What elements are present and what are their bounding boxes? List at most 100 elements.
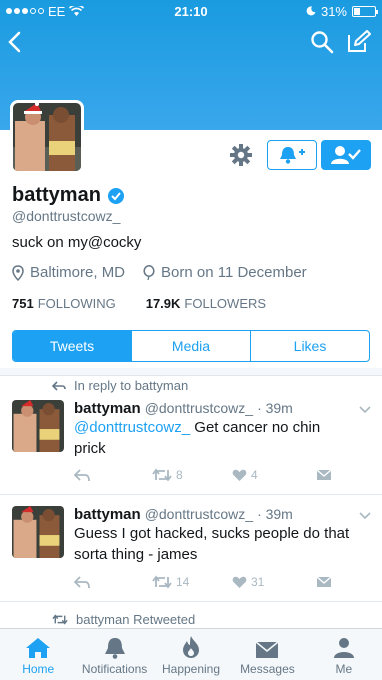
reply-icon [74,468,90,481]
profile-birthday: Born on 11 December [161,264,307,281]
tweet-actions: 14 31 [74,575,344,589]
tweet-avatar[interactable] [12,506,64,558]
chevron-down-icon[interactable] [358,509,372,523]
balloon-icon [143,264,155,280]
avatar-photo [12,506,64,558]
tweet-header: battyman @donttrustcowz_ · 39m [74,506,293,523]
search-icon [311,31,334,54]
retweet-icon [52,614,68,625]
bottom-tab-bar: Home Notifications Happening Messages Me [0,628,382,680]
tweet-divider [0,601,382,602]
profile-bio: suck on my@cocky [12,234,142,251]
section-divider [0,368,382,376]
tabbar-happening[interactable]: Happening [153,629,229,680]
retweet-count: 8 [176,468,183,482]
tabbar-notifications[interactable]: Notifications [76,629,152,680]
retweet-icon [152,468,172,482]
tweet-header: battyman @donttrustcowz_ · 39m [74,400,293,417]
tab-tweets[interactable]: Tweets [13,331,132,361]
followers-count: 17.9K [145,296,181,311]
tweet-text: Guess I got hacked, sucks people do that… [74,525,350,563]
signal-icon [6,8,44,14]
chevron-down-icon[interactable] [358,403,372,417]
tabbar-happening-label: Happening [161,662,221,676]
tweet-avatar[interactable] [12,400,64,452]
envelope-icon [316,576,332,587]
tabbar-me[interactable]: Me [306,629,382,680]
reply-button[interactable] [74,575,152,589]
profile-display-name: battyman [12,184,101,206]
reply-arrow-icon [52,380,66,391]
like-count: 31 [251,575,265,589]
tabbar-home-label: Home [22,662,55,676]
retweet-button[interactable]: 14 [152,575,232,589]
tweet-author-name[interactable]: battyman [74,506,141,523]
followers-label: FOLLOWERS [184,296,267,311]
person-icon [333,638,354,658]
moon-icon [306,6,316,16]
like-button[interactable]: 4 [232,468,316,482]
profile-handle: @donttrustcowz_ [12,208,121,224]
tabbar-home[interactable]: Home [0,629,76,680]
tweet-mention[interactable]: @donttrustcowz_ [74,419,190,436]
direct-message-button[interactable] [316,576,332,588]
compose-button[interactable] [346,30,372,59]
tabbar-notifications-label: Notifications [81,662,148,676]
tab-likes[interactable]: Likes [251,331,369,361]
reply-context[interactable]: In reply to battyman [52,378,188,393]
tweet-divider [0,494,382,495]
location-pin-icon [12,264,24,281]
heart-icon [232,576,247,588]
tab-media[interactable]: Media [132,331,251,361]
retweet-context[interactable]: battyman Retweeted [52,612,195,627]
tabbar-messages[interactable]: Messages [229,629,305,680]
envelope-icon [316,469,332,480]
envelope-icon [255,641,279,658]
like-button[interactable]: 31 [232,575,316,589]
settings-button[interactable] [228,142,254,168]
followers-count-link[interactable]: 17.9K FOLLOWERS [146,296,266,311]
status-bar: EE 21:10 31% [0,0,382,22]
chevron-left-icon [8,31,21,53]
reply-context-label: In reply to battyman [74,378,189,393]
tweet-time: · 39m [257,400,293,416]
profile-counts: 751 FOLLOWING 17.9K FOLLOWERS [12,296,266,311]
back-button[interactable] [6,30,24,59]
retweet-icon [152,575,172,589]
profile-location: Baltimore, MD [30,264,126,281]
notifications-toggle-button[interactable] [267,140,317,170]
following-count: 751 [12,296,34,311]
flame-icon [183,636,200,658]
tweet-actions: 8 4 [74,468,344,482]
profile-name-row: battyman [12,184,125,207]
tweet-time: · 39m [257,506,293,522]
direct-message-button[interactable] [316,469,332,481]
retweet-button[interactable]: 8 [152,468,232,482]
battery-percent: 31% [320,3,347,19]
search-button[interactable] [310,30,334,59]
verified-badge-icon [107,187,124,204]
retweet-context-label: battyman Retweeted [76,612,196,627]
wifi-icon [69,5,85,16]
reply-button[interactable] [74,468,152,482]
battery-icon [352,5,378,17]
profile-meta: Baltimore, MD Born on 11 December [12,264,307,281]
tabbar-me-label: Me [335,662,353,676]
following-count-link[interactable]: 751 FOLLOWING [12,296,116,311]
tweet-text: @donttrustcowz_ Get cancer no chin prick [74,417,354,459]
following-label: FOLLOWING [37,296,116,311]
home-icon [26,638,51,658]
gear-icon [230,144,252,166]
retweet-count: 14 [176,575,190,589]
heart-icon [232,469,247,481]
tabbar-messages-label: Messages [240,662,295,676]
user-check-icon [331,146,361,164]
following-button[interactable] [321,140,371,170]
tweet-author-handle: @donttrustcowz_ [144,506,254,522]
carrier: EE [48,3,66,19]
compose-icon [348,30,371,52]
reply-icon [74,575,90,588]
tweet-author-name[interactable]: battyman [74,400,141,417]
avatar-photo [13,103,81,171]
profile-avatar[interactable] [10,100,84,174]
